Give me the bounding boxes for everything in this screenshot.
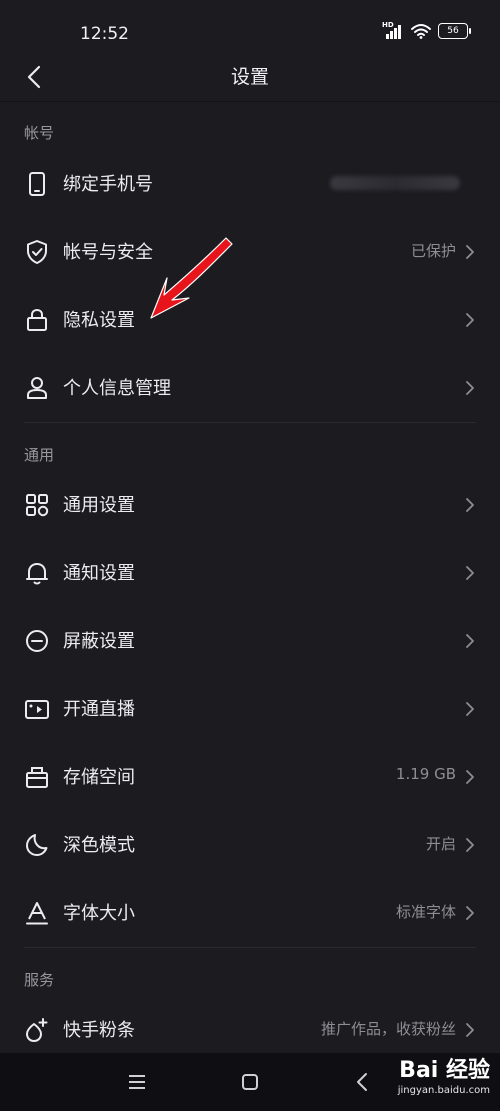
sparkle-icon: [26, 1018, 48, 1042]
settings-item-label: 字体大小: [63, 903, 135, 924]
chevron-right-icon: [466, 770, 474, 784]
status-bar: 12:52 HD 56: [0, 0, 500, 52]
settings-item-label: 通知设置: [63, 563, 135, 584]
settings-item-label: 屏蔽设置: [63, 631, 135, 652]
settings-item-value: 1.19 GB: [395, 765, 456, 783]
menu-icon[interactable]: [126, 1071, 148, 1093]
section-header-service: 服务: [24, 971, 55, 989]
settings-item-label: 隐私设置: [63, 310, 135, 331]
red-annotation-arrow: [150, 237, 233, 319]
settings-item-notifications[interactable]: 通知设置: [0, 539, 500, 607]
back-triangle-icon[interactable]: [352, 1071, 374, 1093]
chevron-right-icon: [466, 702, 474, 716]
section-divider: [24, 422, 476, 423]
chevron-right-icon: [466, 245, 474, 259]
baidu-watermark: Bai 经验 jingyan.baidu.com: [398, 1052, 490, 1110]
settings-item-personal-info[interactable]: 个人信息管理: [0, 354, 500, 422]
watermark-logo: Bai 经验: [399, 1058, 490, 1083]
settings-item-dark-mode[interactable]: 深色模式 开启: [0, 811, 500, 879]
status-icons: HD 56: [382, 21, 471, 39]
storage-box-icon: [26, 767, 48, 788]
block-icon: [26, 630, 48, 652]
settings-item-label: 个人信息管理: [63, 378, 171, 399]
settings-item-label: 深色模式: [63, 835, 135, 856]
settings-item-label: 开通直播: [63, 699, 135, 720]
chevron-right-icon: [466, 498, 474, 512]
section-header-account: 帐号: [24, 124, 55, 142]
lock-icon: [27, 308, 47, 331]
settings-item-block[interactable]: 屏蔽设置: [0, 607, 500, 675]
nav-divider: [0, 101, 500, 102]
grid-icon: [26, 494, 49, 517]
moon-icon: [26, 834, 48, 856]
bell-icon: [26, 563, 48, 585]
person-icon: [27, 377, 47, 399]
wifi-icon: [411, 24, 431, 39]
settings-item-value: 标准字体: [395, 903, 456, 921]
settings-item-label: 通用设置: [63, 495, 135, 516]
battery-indicator: 56: [438, 23, 471, 39]
section-header-general: 通用: [24, 446, 55, 464]
chevron-right-icon: [466, 906, 474, 920]
chevron-right-icon: [466, 313, 474, 327]
settings-item-label: 绑定手机号: [63, 174, 153, 195]
signal-icon: HD: [382, 21, 404, 39]
video-camera-icon: [25, 700, 49, 719]
chevron-right-icon: [466, 566, 474, 580]
page-title: 设置: [230, 66, 269, 88]
settings-item-live-stream[interactable]: 开通直播: [0, 675, 500, 743]
settings-item-privacy[interactable]: 隐私设置: [0, 286, 500, 354]
network-type-label: HD: [382, 21, 394, 29]
chevron-right-icon: [466, 1023, 474, 1037]
settings-item-general[interactable]: 通用设置: [0, 471, 500, 539]
status-time: 12:52: [80, 24, 129, 44]
settings-item-label: 存储空间: [63, 767, 135, 788]
chevron-right-icon: [466, 634, 474, 648]
settings-item-account-security[interactable]: 帐号与安全 已保护: [0, 218, 500, 286]
font-size-icon: [26, 902, 48, 925]
shield-check-icon: [27, 240, 47, 264]
settings-item-font-size[interactable]: 字体大小 标准字体: [0, 879, 500, 947]
watermark-url: jingyan.baidu.com: [397, 1085, 490, 1096]
settings-item-value: 开启: [425, 835, 456, 853]
chevron-right-icon: [466, 381, 474, 395]
settings-item-value: 已保护: [410, 242, 456, 260]
settings-item-value: 推广作品，收获粉丝: [320, 1020, 456, 1038]
settings-item-bind-phone[interactable]: 绑定手机号: [0, 150, 500, 218]
blurred-phone-number: [330, 176, 460, 190]
settings-item-label: 快手粉条: [63, 1020, 135, 1041]
chevron-right-icon: [466, 838, 474, 852]
phone-icon: [29, 172, 45, 196]
nav-bar: 设置: [0, 52, 500, 100]
section-divider: [24, 947, 476, 948]
settings-item-storage[interactable]: 存储空间 1.19 GB: [0, 743, 500, 811]
home-icon[interactable]: [239, 1071, 261, 1093]
